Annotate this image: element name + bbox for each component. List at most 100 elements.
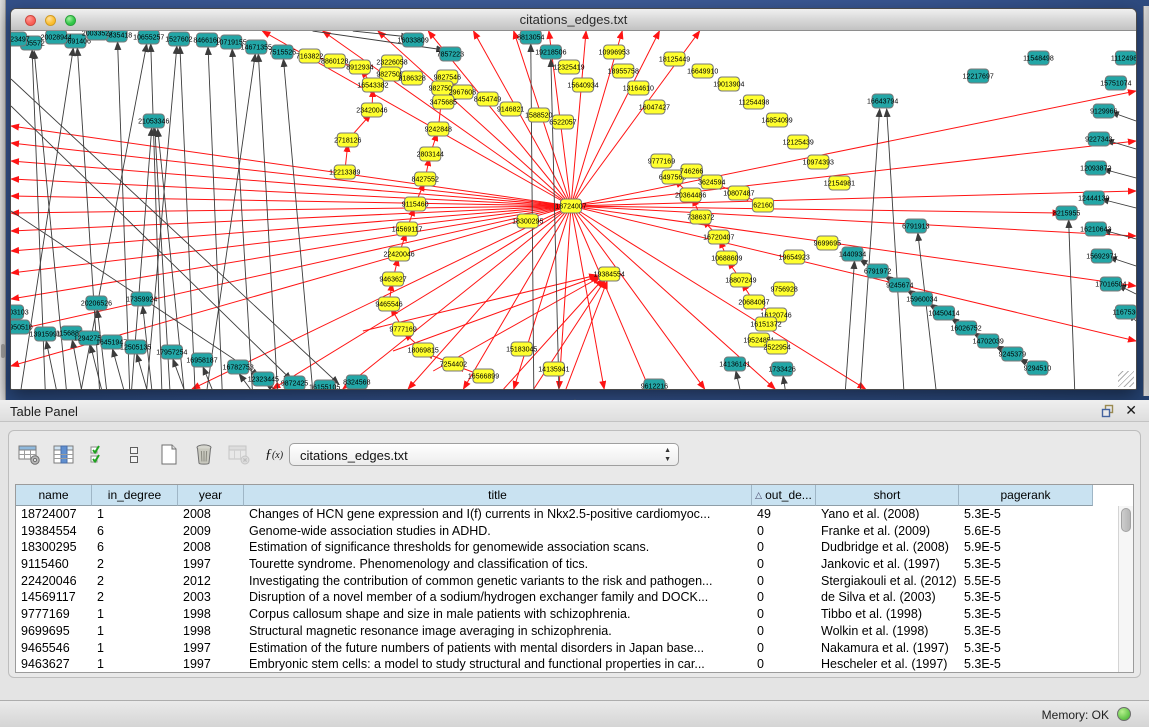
- table-row[interactable]: 1872400712008Changes of HCN gene express…: [16, 506, 1133, 523]
- graph-node[interactable]: 746266: [680, 164, 704, 178]
- graph-node[interactable]: 8186328: [398, 71, 425, 85]
- table-row[interactable]: 1830029562008Estimation of significance …: [16, 539, 1133, 556]
- column-header-in_degree[interactable]: in_degree: [92, 485, 178, 506]
- graph-node[interactable]: 16026752: [950, 321, 981, 335]
- graph-node[interactable]: 14702039: [973, 334, 1004, 348]
- graph-node[interactable]: 6791972: [864, 264, 891, 278]
- table-row[interactable]: 977716911998Corpus callosum shape and si…: [16, 606, 1133, 623]
- graph-node[interactable]: 15640934: [567, 78, 598, 92]
- column-header-out_de[interactable]: △out_de...: [752, 485, 816, 506]
- graph-node[interactable]: 8860128: [321, 54, 348, 68]
- graph-node[interactable]: 11254498: [739, 95, 770, 109]
- table-row[interactable]: 946362711997Embryonic stem cells: a mode…: [16, 656, 1133, 673]
- table-source-select[interactable]: citations_edges.txt ▲▼: [289, 443, 679, 466]
- float-panel-icon[interactable]: [1101, 404, 1115, 418]
- graph-node[interactable]: 16210643: [1080, 222, 1111, 236]
- window-titlebar[interactable]: citations_edges.txt: [11, 9, 1136, 31]
- graph-node[interactable]: 20364486: [675, 188, 706, 202]
- panel-grip[interactable]: [1, 344, 5, 358]
- scrollbar-thumb[interactable]: [1121, 508, 1131, 532]
- table-panel-header[interactable]: Table Panel ✕: [0, 400, 1149, 422]
- graph-node[interactable]: 6791913: [902, 219, 929, 233]
- modify-table-icon[interactable]: [17, 443, 41, 467]
- graph-node[interactable]: 12154981: [824, 176, 855, 190]
- table-row[interactable]: 1456911722003Disruption of a novel membe…: [16, 589, 1133, 606]
- graph-node[interactable]: 7163822: [296, 49, 323, 63]
- graph-node[interactable]: 18125449: [659, 52, 690, 66]
- control-panel-edge[interactable]: [0, 0, 6, 400]
- graph-node[interactable]: 10655257: [133, 31, 164, 44]
- graph-node[interactable]: 14135941: [538, 362, 569, 376]
- graph-node[interactable]: 9245379: [999, 347, 1026, 361]
- graph-node[interactable]: 20684067: [738, 295, 769, 309]
- graph-node[interactable]: 22420046: [383, 247, 414, 261]
- table-row[interactable]: 911546021997Tourette syndrome. Phenomeno…: [16, 556, 1133, 573]
- graph-node[interactable]: 1440934: [839, 247, 866, 261]
- column-header-title[interactable]: title: [244, 485, 752, 506]
- close-panel-icon[interactable]: ✕: [1125, 402, 1137, 419]
- table-row[interactable]: 1938455462009Genome-wide association stu…: [16, 523, 1133, 540]
- graph-node[interactable]: 8912934: [346, 60, 373, 74]
- graph-node[interactable]: 18807249: [725, 273, 756, 287]
- table-row[interactable]: 969969511998Structural magnetic resonanc…: [16, 623, 1133, 640]
- graph-node[interactable]: 7515526: [269, 45, 296, 59]
- graph-node[interactable]: 21053346: [138, 114, 169, 128]
- graph-node[interactable]: 8324568: [343, 375, 370, 389]
- create-column-icon[interactable]: [157, 443, 181, 467]
- graph-node[interactable]: 15960034: [906, 292, 937, 306]
- graph-node[interactable]: 9245674: [886, 278, 913, 292]
- graph-node[interactable]: 6522057: [549, 115, 576, 129]
- graph-node[interactable]: 16047427: [639, 100, 670, 114]
- graph-node[interactable]: 10996953: [599, 45, 630, 59]
- graph-node[interactable]: 11548498: [1023, 51, 1054, 65]
- graph-node[interactable]: 14854099: [761, 113, 792, 127]
- memory-ok-indicator[interactable]: [1117, 707, 1131, 721]
- graph-node[interactable]: 20206526: [81, 296, 112, 310]
- graph-node[interactable]: 8215955: [1053, 206, 1080, 220]
- graph-node[interactable]: 1527602: [165, 32, 192, 46]
- graph-node[interactable]: 9777169: [389, 322, 416, 336]
- graph-node[interactable]: 9115460: [402, 197, 429, 211]
- show-columns-icon[interactable]: [52, 443, 76, 467]
- graph-node[interactable]: 8427552: [412, 172, 439, 186]
- graph-node[interactable]: 16033809: [398, 33, 429, 47]
- graph-node[interactable]: 21203103: [11, 305, 29, 319]
- table-vertical-scrollbar[interactable]: [1118, 506, 1133, 673]
- graph-node[interactable]: 9227343: [1085, 132, 1112, 146]
- graph-node[interactable]: 17016504: [1095, 277, 1126, 291]
- graph-node[interactable]: 9146821: [497, 102, 524, 116]
- graph-node[interactable]: 13164610: [623, 81, 654, 95]
- column-header-short[interactable]: short: [816, 485, 959, 506]
- network-canvas[interactable]: 1872400771638228860128891293423226058982…: [11, 31, 1136, 389]
- graph-node[interactable]: 2803144: [417, 147, 444, 161]
- graph-node[interactable]: 18069815: [408, 343, 439, 357]
- graph-node[interactable]: 9465546: [375, 297, 402, 311]
- column-header-pagerank[interactable]: pagerank: [959, 485, 1093, 506]
- graph-node[interactable]: 19218506: [535, 45, 566, 59]
- results-panel-edge[interactable]: [1143, 6, 1149, 396]
- graph-node[interactable]: 16643794: [867, 94, 898, 108]
- graph-node[interactable]: 16958187: [186, 353, 217, 367]
- graph-node[interactable]: 62160: [752, 198, 773, 212]
- graph-node[interactable]: 16566899: [468, 369, 499, 383]
- graph-node[interactable]: 12125439: [783, 135, 814, 149]
- graph-node[interactable]: 9612216: [641, 379, 668, 389]
- delete-table-icon[interactable]: [227, 443, 251, 467]
- graph-node[interactable]: 9699695: [814, 236, 841, 250]
- graph-node[interactable]: 15751074: [1100, 76, 1131, 90]
- graph-node[interactable]: 15692971: [1086, 249, 1117, 263]
- row-height-icon[interactable]: [122, 443, 146, 467]
- graph-node[interactable]: 3624594: [698, 175, 725, 189]
- graph-node[interactable]: 9242848: [425, 122, 452, 136]
- graph-node[interactable]: 12213389: [329, 165, 360, 179]
- graph-node[interactable]: 7254402: [440, 357, 467, 371]
- graph-node[interactable]: 13915991: [30, 327, 61, 341]
- graph-node[interactable]: 3950510: [11, 320, 33, 334]
- graph-node[interactable]: 12093872: [1080, 161, 1111, 175]
- graph-node[interactable]: 8454749: [474, 92, 501, 106]
- graph-node[interactable]: 9756928: [770, 282, 797, 296]
- graph-node[interactable]: 9129966: [1090, 104, 1117, 118]
- graph-node[interactable]: 19013904: [713, 77, 744, 91]
- column-header-name[interactable]: name: [16, 485, 92, 506]
- graph-node[interactable]: 7857223: [437, 47, 464, 61]
